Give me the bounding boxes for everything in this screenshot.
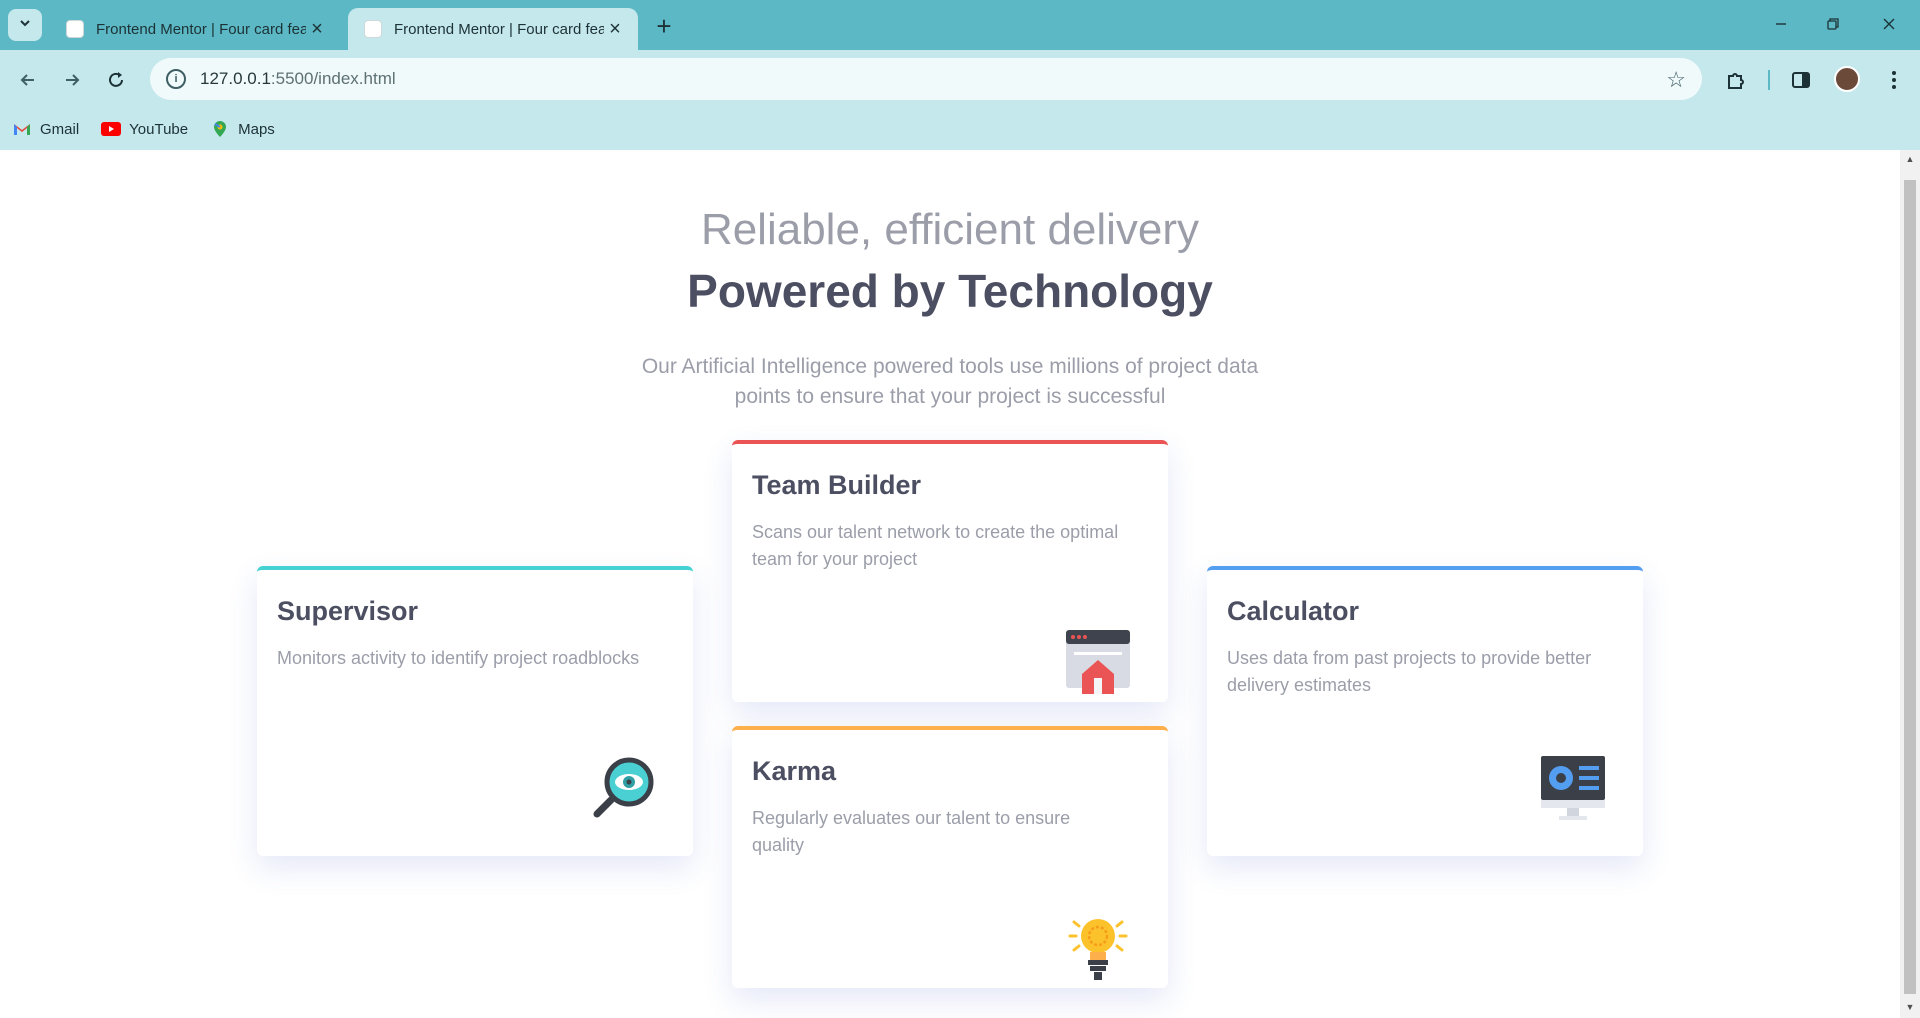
site-info-icon[interactable]: i [166,69,186,89]
hero-subtitle: Reliable, efficient delivery [700,205,1200,254]
scroll-down-arrow-icon[interactable]: ▼ [1904,1002,1916,1016]
bookmark-label: Gmail [40,120,80,138]
hero-section: Reliable, efficient delivery Powered by … [0,200,1900,412]
reload-icon [109,72,123,87]
card-title: Calculator [1227,596,1360,626]
back-button[interactable] [12,64,44,96]
card-calculator: Calculator Uses data from past projects … [1207,566,1643,856]
card-title: Team Builder [752,470,922,500]
menu-button[interactable] [1878,64,1910,96]
address-bar[interactable]: i 127.0.0.1:5500/index.html ☆ [150,58,1702,100]
card-description: Regularly evaluates our talent to ensure… [752,808,1071,855]
bookmark-youtube[interactable]: YouTube [101,121,188,138]
browser-toolbar: i 127.0.0.1:5500/index.html ☆ Gmail YouT… [0,50,1920,158]
gmail-icon [12,121,32,137]
bookmark-maps[interactable]: Maps [210,121,275,138]
kebab-menu-icon [1892,71,1896,89]
chevron-down-icon [18,16,32,35]
card-title: Karma [752,756,837,786]
side-panel-icon [1792,72,1810,88]
restore-button[interactable] [1810,6,1856,42]
side-panel-button[interactable] [1785,64,1817,96]
magnifier-eye-icon [591,756,655,820]
plus-icon: + [656,10,672,41]
browser-tab-2[interactable]: Frontend Mentor | Four card feature sect… [348,8,638,50]
tab-search-button[interactable] [8,9,42,41]
lightbulb-icon [1066,916,1130,980]
youtube-icon [101,121,122,137]
team-builder-icon [1066,630,1130,694]
arrow-right-icon [66,74,80,86]
card-description: Monitors activity to identify project ro… [277,648,640,668]
bookmark-label: Maps [238,120,275,138]
favicon-icon [66,20,84,38]
maps-pin-icon [210,121,230,137]
hero-title: Powered by Technology [687,265,1213,317]
card-karma: Karma Regularly evaluates our talent to … [732,726,1168,988]
url-text: 127.0.0.1:5500/index.html [200,69,396,88]
scroll-up-arrow-icon[interactable]: ▲ [1904,154,1916,168]
close-icon[interactable]: × [604,18,626,40]
restore-icon [1827,18,1839,30]
arrow-left-icon [20,74,34,86]
card-supervisor: Supervisor Monitors activity to identify… [257,566,693,856]
bookmark-label: YouTube [129,120,189,138]
bookmarks-bar: Gmail YouTube Maps [12,114,275,144]
close-icon [1883,18,1895,30]
card-description: Uses data from past projects to provide … [1227,648,1592,695]
card-title: Supervisor [277,596,419,626]
extensions-button[interactable] [1720,64,1752,96]
vertical-scrollbar[interactable]: ▲ ▼ [1900,150,1920,1018]
tab-title: Frontend Mentor | Four card feature sect… [96,20,306,38]
browser-tab-1[interactable]: Frontend Mentor | Four card feature sect… [50,8,340,50]
tab-title: Frontend Mentor | Four card feature sect… [394,20,604,38]
bookmark-gmail[interactable]: Gmail [12,121,79,138]
minimize-icon [1776,23,1786,25]
star-icon[interactable]: ☆ [1666,67,1686,93]
puzzle-icon [1728,73,1744,89]
reload-button[interactable] [100,64,132,96]
profile-avatar[interactable] [1834,66,1860,92]
favicon-icon [364,20,382,38]
calculator-monitor-icon [1541,756,1605,820]
close-window-button[interactable] [1866,6,1912,42]
forward-button[interactable] [56,64,88,96]
scroll-thumb[interactable] [1904,180,1916,994]
hero-description: Our Artificial Intelligence powered tool… [641,355,1259,408]
toolbar-divider [1768,70,1770,90]
tab-strip: Frontend Mentor | Four card feature sect… [0,0,1920,50]
minimize-button[interactable] [1758,6,1804,42]
card-team-builder: Team Builder Scans our talent network to… [732,440,1168,702]
card-description: Scans our talent network to create the o… [752,522,1119,569]
close-icon[interactable]: × [306,18,328,40]
new-tab-button[interactable]: + [650,10,678,41]
